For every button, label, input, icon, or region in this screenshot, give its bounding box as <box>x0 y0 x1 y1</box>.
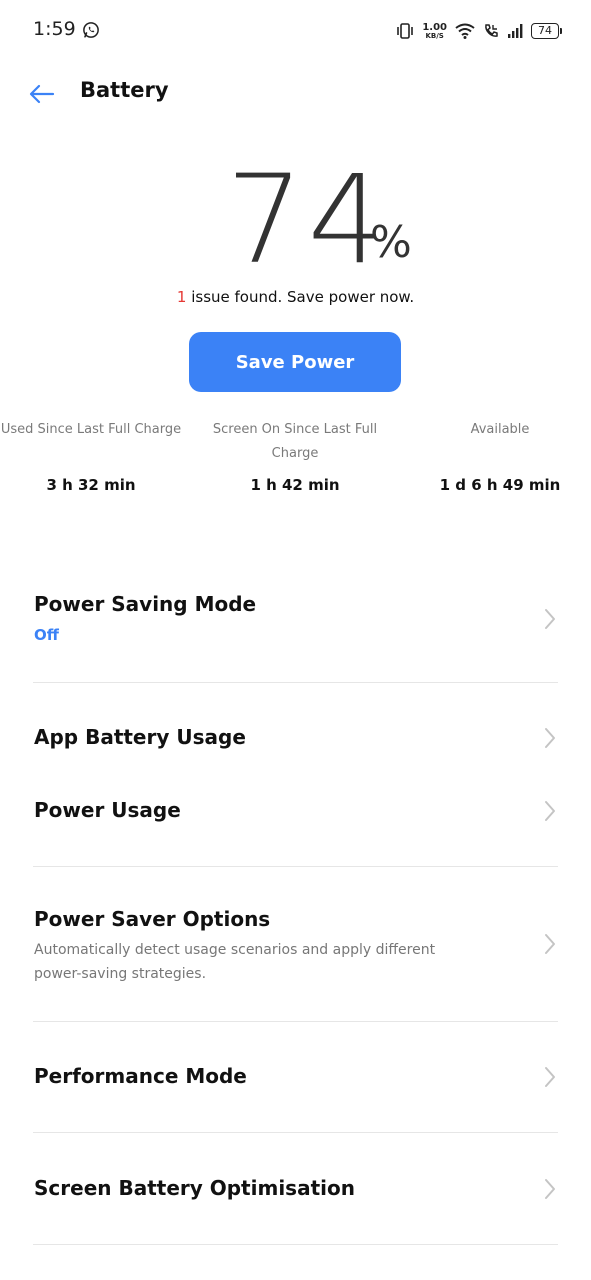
stat-used-since-charge: Used Since Last Full Charge 3 h 32 min <box>0 418 182 494</box>
row-title: Performance Mode <box>34 1064 247 1088</box>
network-speed: 1.00 KB/S <box>422 21 447 40</box>
issue-text: issue found. Save power now. <box>186 288 415 306</box>
stat-value: 3 h 32 min <box>46 476 136 494</box>
usage-stats: Used Since Last Full Charge 3 h 32 min S… <box>0 418 591 498</box>
issue-message: 1 issue found. Save power now. <box>0 288 591 306</box>
power-saver-options-row[interactable]: Power Saver Options Automatically detect… <box>0 895 591 995</box>
battery-percent-sign: % <box>370 217 412 268</box>
screen-battery-optimisation-row[interactable]: Screen Battery Optimisation <box>0 1162 591 1216</box>
wifi-icon <box>455 23 475 39</box>
back-button[interactable] <box>22 74 62 114</box>
battery-icon: 74 <box>531 23 562 39</box>
arrow-left-icon <box>29 84 55 104</box>
status-bar: 1:59 1.00 KB/S 74 <box>0 0 591 62</box>
battery-percent-value: 74 <box>226 149 390 291</box>
divider <box>33 866 558 867</box>
app-header: Battery <box>0 66 591 122</box>
app-battery-usage-row[interactable]: App Battery Usage <box>0 712 591 766</box>
power-saving-mode-row[interactable]: Power Saving Mode Off <box>0 580 591 670</box>
row-description: Automatically detect usage scenarios and… <box>34 942 436 982</box>
row-title: Power Saver Options <box>34 907 271 931</box>
status-icons: 1.00 KB/S 74 <box>396 18 562 44</box>
performance-mode-row[interactable]: Performance Mode <box>0 1050 591 1104</box>
chevron-right-icon <box>545 801 555 821</box>
row-title: Power Usage <box>34 798 181 822</box>
stat-label: Used Since Last Full Charge <box>0 422 182 437</box>
row-title: Power Saving Mode <box>34 592 257 616</box>
battery-percentage: 74 % <box>0 150 591 290</box>
divider <box>33 1021 558 1022</box>
chevron-right-icon <box>545 1179 555 1199</box>
row-title: Screen Battery Optimisation <box>34 1176 355 1200</box>
power-usage-row[interactable]: Power Usage <box>0 784 591 838</box>
stat-available: Available 1 d 6 h 49 min <box>420 418 580 494</box>
network-speed-unit: KB/S <box>425 31 444 40</box>
stat-label: Screen On Since Last Full Charge <box>212 422 378 461</box>
chevron-right-icon <box>545 934 555 954</box>
row-title: App Battery Usage <box>34 725 246 749</box>
stat-value: 1 h 42 min <box>250 476 340 494</box>
page-title: Battery <box>80 78 169 102</box>
signal-icon <box>508 24 523 38</box>
stat-value: 1 d 6 h 49 min <box>439 476 561 494</box>
whatsapp-icon <box>83 22 99 38</box>
issue-count: 1 <box>176 288 187 306</box>
divider <box>33 682 558 683</box>
divider <box>33 1132 558 1133</box>
save-power-button[interactable]: Save Power <box>189 332 401 392</box>
chevron-right-icon <box>545 728 555 748</box>
chevron-right-icon <box>545 1067 555 1087</box>
chevron-right-icon <box>545 609 555 629</box>
divider <box>33 1244 558 1245</box>
vibrate-icon <box>397 23 414 39</box>
stat-label: Available <box>470 422 530 437</box>
stat-screen-on: Screen On Since Last Full Charge 1 h 42 … <box>200 418 390 494</box>
network-speed-value: 1.00 <box>422 21 447 33</box>
status-time: 1:59 <box>33 18 76 40</box>
power-saving-status: Off <box>34 626 59 644</box>
volte-call-icon <box>485 24 498 37</box>
